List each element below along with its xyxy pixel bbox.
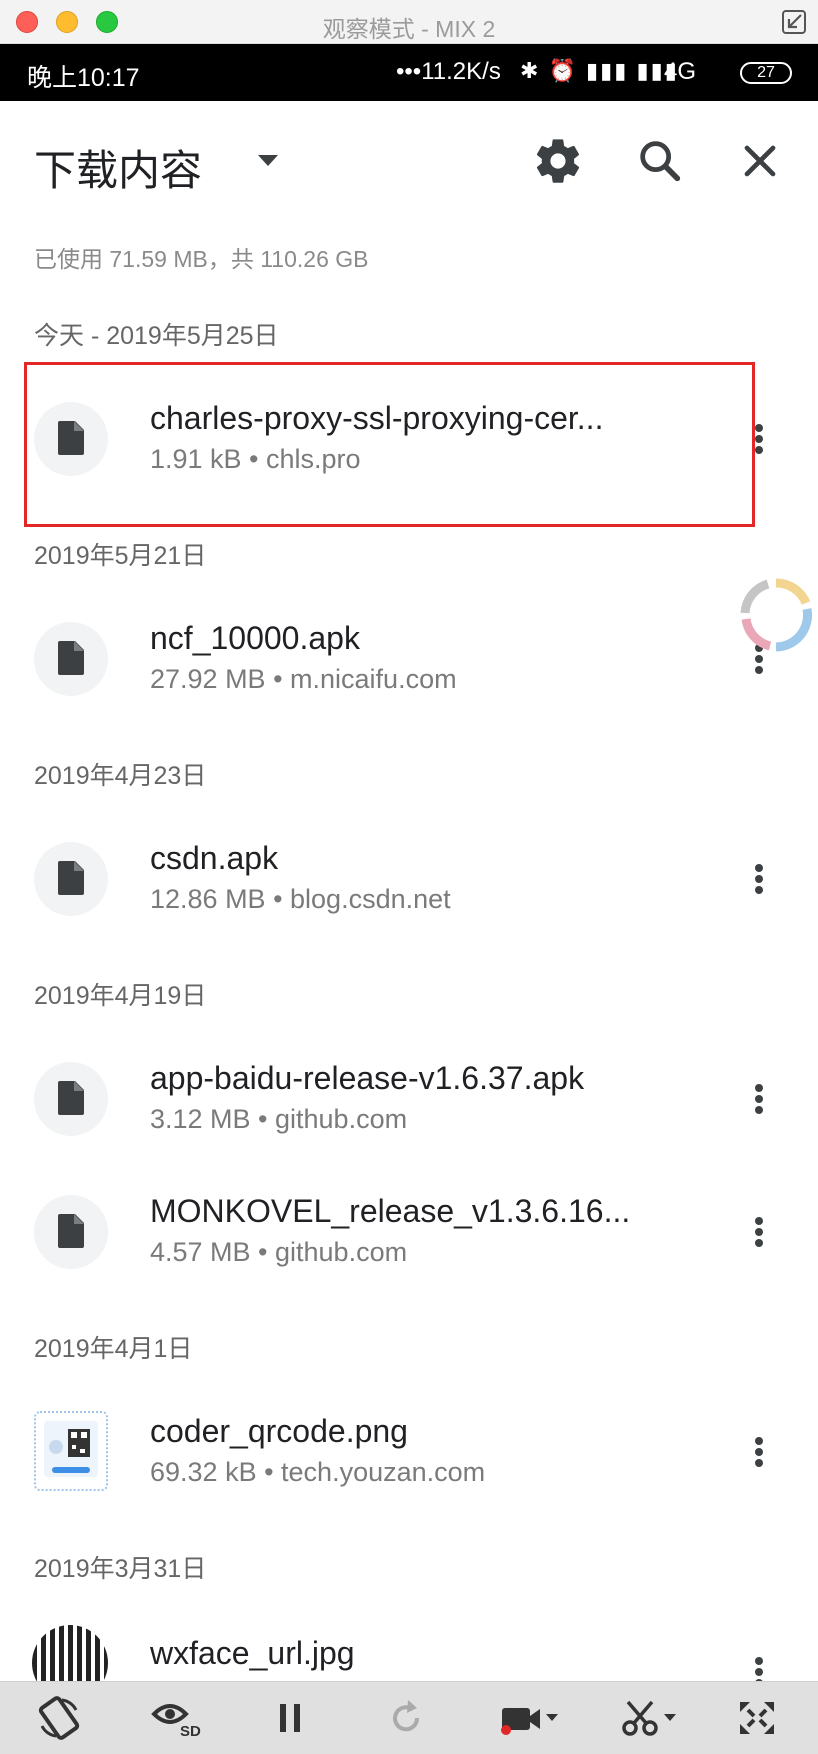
loading-spinner-icon: [736, 575, 816, 655]
date-header: 2019年5月21日: [34, 542, 207, 570]
download-item[interactable]: app-baidu-release-v1.6.37.apk 3.12 MB • …: [0, 1040, 818, 1158]
file-icon: [34, 1195, 108, 1269]
file-name: MONKOVEL_release_v1.3.6.16...: [150, 1193, 631, 1229]
file-name: coder_qrcode.png: [150, 1413, 408, 1449]
more-options-icon[interactable]: [744, 410, 774, 468]
file-icon: [34, 1062, 108, 1136]
page-title[interactable]: 下载内容: [34, 137, 202, 198]
dropdown-arrow-icon[interactable]: [256, 153, 280, 169]
record-icon[interactable]: [498, 1696, 562, 1740]
storage-summary: 已使用 71.59 MB，共 110.26 GB: [34, 246, 369, 272]
refresh-icon[interactable]: [384, 1696, 430, 1740]
more-options-icon[interactable]: [744, 850, 774, 908]
file-name: ncf_10000.apk: [150, 620, 360, 656]
more-options-icon[interactable]: [744, 1070, 774, 1128]
window-title: 观察模式 - MIX 2: [322, 16, 496, 42]
battery-icon: 27: [740, 62, 792, 84]
window-restore-icon[interactable]: [780, 8, 808, 36]
settings-gear-icon[interactable]: [532, 135, 584, 187]
file-meta: 27.92 MB • m.nicaifu.com: [150, 664, 457, 694]
image-thumbnail: [32, 1625, 108, 1681]
window-title-bar: 观察模式 - MIX 2: [0, 0, 818, 44]
screenshot-icon[interactable]: [620, 1696, 684, 1740]
date-header: 2019年4月19日: [34, 982, 207, 1010]
download-item[interactable]: coder_qrcode.png 69.32 kB • tech.youzan.…: [0, 1393, 818, 1511]
status-icons: ✱ ⏰ ▮▮▮ ▮▮▮: [520, 58, 679, 83]
file-icon: [34, 622, 108, 696]
status-network: 4G: [664, 58, 697, 85]
file-name: wxface_url.jpg: [150, 1635, 355, 1671]
app-header: 下载内容: [0, 101, 818, 221]
file-name: charles-proxy-ssl-proxying-cer...: [150, 400, 604, 436]
close-icon[interactable]: [734, 135, 786, 187]
download-item[interactable]: csdn.apk 12.86 MB • blog.csdn.net: [0, 820, 818, 938]
fullscreen-icon[interactable]: [734, 1696, 780, 1740]
file-meta: 1.91 kB • chls.pro: [150, 444, 361, 474]
download-item[interactable]: charles-proxy-ssl-proxying-cer... 1.91 k…: [0, 380, 818, 498]
date-header: 2019年4月1日: [34, 1335, 193, 1363]
date-header: 今天 - 2019年5月25日: [34, 322, 279, 350]
pause-icon[interactable]: [268, 1696, 314, 1740]
file-meta: 4.57 MB • github.com: [150, 1237, 408, 1267]
more-options-icon[interactable]: [744, 1423, 774, 1481]
file-icon: [34, 402, 108, 476]
status-time: 晚上10:17: [27, 64, 140, 92]
search-icon[interactable]: [634, 135, 686, 187]
view-sd-icon[interactable]: SD: [150, 1696, 202, 1740]
more-options-icon[interactable]: [744, 1643, 774, 1681]
file-name: app-baidu-release-v1.6.37.apk: [150, 1060, 585, 1096]
download-item[interactable]: ncf_10000.apk 27.92 MB • m.nicaifu.com: [0, 600, 818, 718]
file-name: csdn.apk: [150, 840, 279, 876]
date-header: 2019年4月23日: [34, 762, 207, 790]
file-meta: 12.86 MB • blog.csdn.net: [150, 884, 451, 914]
download-item[interactable]: wxface_url.jpg: [0, 1613, 818, 1681]
svg-text:SD: SD: [180, 1723, 201, 1740]
file-meta: 69.32 kB • tech.youzan.com: [150, 1457, 486, 1487]
rotate-icon[interactable]: [36, 1696, 82, 1740]
file-icon: [34, 842, 108, 916]
bottom-toolbar: SD: [0, 1681, 818, 1754]
status-net-speed: •••11.2K/s: [396, 58, 501, 85]
status-bar: 晚上10:17 •••11.2K/s ✱ ⏰ ▮▮▮ ▮▮▮ 4G 27: [0, 44, 818, 101]
date-header: 2019年3月31日: [34, 1555, 207, 1583]
download-item[interactable]: MONKOVEL_release_v1.3.6.16... 4.57 MB • …: [0, 1173, 818, 1291]
file-meta: 3.12 MB • github.com: [150, 1104, 408, 1134]
image-thumbnail: [34, 1411, 108, 1491]
more-options-icon[interactable]: [744, 1203, 774, 1261]
